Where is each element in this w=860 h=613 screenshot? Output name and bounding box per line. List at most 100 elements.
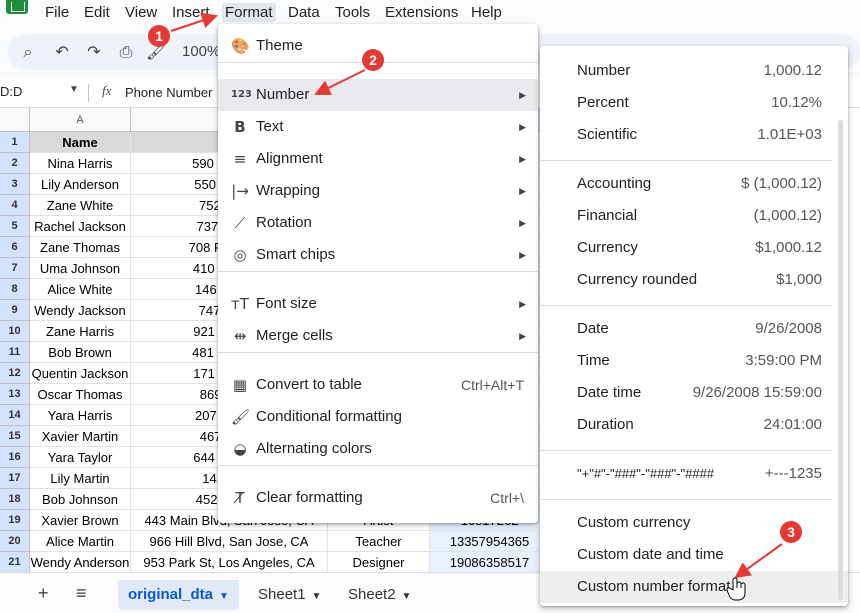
menu-view[interactable]: View bbox=[122, 3, 160, 22]
row-header[interactable]: 4 bbox=[0, 195, 30, 216]
menu-format[interactable]: Format bbox=[222, 3, 276, 22]
format-menu-wrapping[interactable]: |→ Wrapping ▶ bbox=[218, 175, 538, 207]
cell-name[interactable]: Bob Johnson bbox=[30, 489, 131, 510]
sheet-tab-original-dta[interactable]: original_dta ▼ bbox=[118, 580, 239, 610]
row-header[interactable]: 17 bbox=[0, 468, 30, 489]
format-menu-merge-cells[interactable]: ⇹ Merge cells ▶ bbox=[218, 320, 538, 352]
all-sheets-icon[interactable]: ≡ bbox=[76, 583, 87, 604]
cell-phone[interactable]: 19086358517 bbox=[430, 552, 550, 573]
cell-address[interactable]: 953 Park St, Los Angeles, CA bbox=[131, 552, 328, 573]
submenu-scrollbar[interactable] bbox=[838, 120, 843, 600]
cell-name[interactable]: Yara Taylor bbox=[30, 447, 131, 468]
row-header[interactable]: 3 bbox=[0, 174, 30, 195]
cell-name[interactable]: Bob Brown bbox=[30, 342, 131, 363]
menu-help[interactable]: Help bbox=[468, 3, 505, 22]
search-icon[interactable]: ⌕ bbox=[18, 42, 38, 62]
row-header[interactable]: 19 bbox=[0, 510, 30, 531]
cell-name[interactable]: Zane Thomas bbox=[30, 237, 131, 258]
sheet-tab-sheet2[interactable]: Sheet2 ▼ bbox=[338, 580, 421, 610]
number-format-number[interactable]: Number 1,000.12 bbox=[540, 55, 848, 87]
cell-name[interactable]: Rachel Jackson bbox=[30, 216, 131, 237]
row-header[interactable]: 15 bbox=[0, 426, 30, 447]
number-format-date[interactable]: Date 9/26/2008 bbox=[540, 313, 848, 345]
row-header[interactable]: 7 bbox=[0, 258, 30, 279]
number-format-duration[interactable]: Duration 24:01:00 bbox=[540, 409, 848, 441]
row-header[interactable]: 5 bbox=[0, 216, 30, 237]
cell-name[interactable]: Quentin Jackson bbox=[30, 363, 131, 384]
row-header[interactable]: 11 bbox=[0, 342, 30, 363]
menu-tools[interactable]: Tools bbox=[332, 3, 373, 22]
cell-address[interactable]: 966 Hill Blvd, San Jose, CA bbox=[131, 531, 328, 552]
row-header[interactable]: 13 bbox=[0, 384, 30, 405]
menu-file[interactable]: File bbox=[42, 3, 72, 22]
number-format-custom-currency[interactable]: Custom currency bbox=[540, 507, 848, 539]
format-menu-font-size[interactable]: тT Font size ▶ bbox=[218, 288, 538, 320]
row-header[interactable]: 12 bbox=[0, 363, 30, 384]
cell-name[interactable]: Zane White bbox=[30, 195, 131, 216]
cell-name[interactable]: Oscar Thomas bbox=[30, 384, 131, 405]
cell-job[interactable]: Teacher bbox=[328, 531, 430, 552]
row-header[interactable]: 16 bbox=[0, 447, 30, 468]
cell-name[interactable]: Lily Martin bbox=[30, 468, 131, 489]
formula-input[interactable]: Phone Number bbox=[125, 85, 212, 100]
row-header[interactable]: 8 bbox=[0, 279, 30, 300]
format-menu-smart-chips[interactable]: ◎ Smart chips ▶ bbox=[218, 239, 538, 271]
row-header[interactable]: 20 bbox=[0, 531, 30, 552]
undo-icon[interactable]: ↶ bbox=[52, 42, 72, 62]
format-menu-text[interactable]: B Text ▶ bbox=[218, 111, 538, 143]
cell-name[interactable]: Lily Anderson bbox=[30, 174, 131, 195]
menu-extensions[interactable]: Extensions bbox=[382, 3, 461, 22]
cell-name[interactable]: Uma Johnson bbox=[30, 258, 131, 279]
menu-insert[interactable]: Insert bbox=[169, 3, 213, 22]
row-header[interactable]: 1 bbox=[0, 132, 30, 153]
row-header[interactable]: 9 bbox=[0, 300, 30, 321]
cell-name[interactable]: Xavier Brown bbox=[30, 510, 131, 531]
format-menu-number[interactable]: 123 Number ▶ bbox=[218, 79, 538, 111]
number-format-accounting[interactable]: Accounting $ (1,000.12) bbox=[540, 168, 848, 200]
cell-job[interactable]: Designer bbox=[328, 552, 430, 573]
number-format-phone-pattern[interactable]: "+"#"-"###"-"###"-"#### +---1235 bbox=[540, 458, 848, 490]
format-menu-clear-formatting[interactable]: T̸ Clear formatting Ctrl+\ bbox=[218, 482, 538, 514]
row-header[interactable]: 18 bbox=[0, 489, 30, 510]
number-format-percent[interactable]: Percent 10.12% bbox=[540, 87, 848, 119]
format-menu-convert-to-table[interactable]: ▦ Convert to table Ctrl+Alt+T bbox=[218, 369, 538, 401]
number-format-custom-number-format[interactable]: Custom number format bbox=[540, 571, 848, 603]
menu-data[interactable]: Data bbox=[285, 3, 323, 22]
cell-name[interactable]: Alice Martin bbox=[30, 531, 131, 552]
cell-name[interactable]: Wendy Anderson bbox=[30, 552, 131, 573]
number-format-custom-date-and-time[interactable]: Custom date and time bbox=[540, 539, 848, 571]
number-format-currency-rounded[interactable]: Currency rounded $1,000 bbox=[540, 264, 848, 296]
number-format-financial[interactable]: Financial (1,000.12) bbox=[540, 200, 848, 232]
zoom-select[interactable]: 100% bbox=[182, 43, 220, 60]
redo-icon[interactable]: ↷ bbox=[84, 42, 104, 62]
cell-phone[interactable]: 13357954365 bbox=[430, 531, 550, 552]
print-icon[interactable]: ⎙ bbox=[116, 42, 136, 62]
format-menu-alternating-colors[interactable]: ◒ Alternating colors bbox=[218, 433, 538, 465]
row-header[interactable]: 2 bbox=[0, 153, 30, 174]
cell-name[interactable]: Yara Harris bbox=[30, 405, 131, 426]
add-sheet-icon[interactable]: + bbox=[38, 583, 49, 604]
number-format-time[interactable]: Time 3:59:00 PM bbox=[540, 345, 848, 377]
menu-edit[interactable]: Edit bbox=[81, 3, 113, 22]
format-menu-conditional-formatting[interactable]: 🖌 Conditional formatting bbox=[218, 401, 538, 433]
cell-name[interactable]: Alice White bbox=[30, 279, 131, 300]
cell-name[interactable]: Wendy Jackson bbox=[30, 300, 131, 321]
cell-name[interactable]: Zane Harris bbox=[30, 321, 131, 342]
number-format-currency[interactable]: Currency $1,000.12 bbox=[540, 232, 848, 264]
format-menu-rotation[interactable]: ⟋ Rotation ▶ bbox=[218, 207, 538, 239]
number-format-date-time[interactable]: Date time 9/26/2008 15:59:00 bbox=[540, 377, 848, 409]
row-header[interactable]: 21 bbox=[0, 552, 30, 573]
column-header-a[interactable]: A bbox=[30, 108, 131, 132]
row-header[interactable]: 14 bbox=[0, 405, 30, 426]
cell-name[interactable]: Nina Harris bbox=[30, 153, 131, 174]
sheets-logo-icon[interactable] bbox=[6, 0, 28, 14]
row-header[interactable]: 6 bbox=[0, 237, 30, 258]
chevron-down-icon[interactable]: ▼ bbox=[69, 84, 79, 95]
select-all-corner[interactable] bbox=[0, 108, 30, 132]
row-header[interactable]: 10 bbox=[0, 321, 30, 342]
cell-name[interactable]: Name bbox=[30, 132, 131, 153]
number-format-scientific[interactable]: Scientific 1.01E+03 bbox=[540, 119, 848, 151]
format-menu-alignment[interactable]: ≡ Alignment ▶ bbox=[218, 143, 538, 175]
name-box[interactable]: D:D bbox=[0, 84, 22, 99]
cell-name[interactable]: Xavier Martin bbox=[30, 426, 131, 447]
